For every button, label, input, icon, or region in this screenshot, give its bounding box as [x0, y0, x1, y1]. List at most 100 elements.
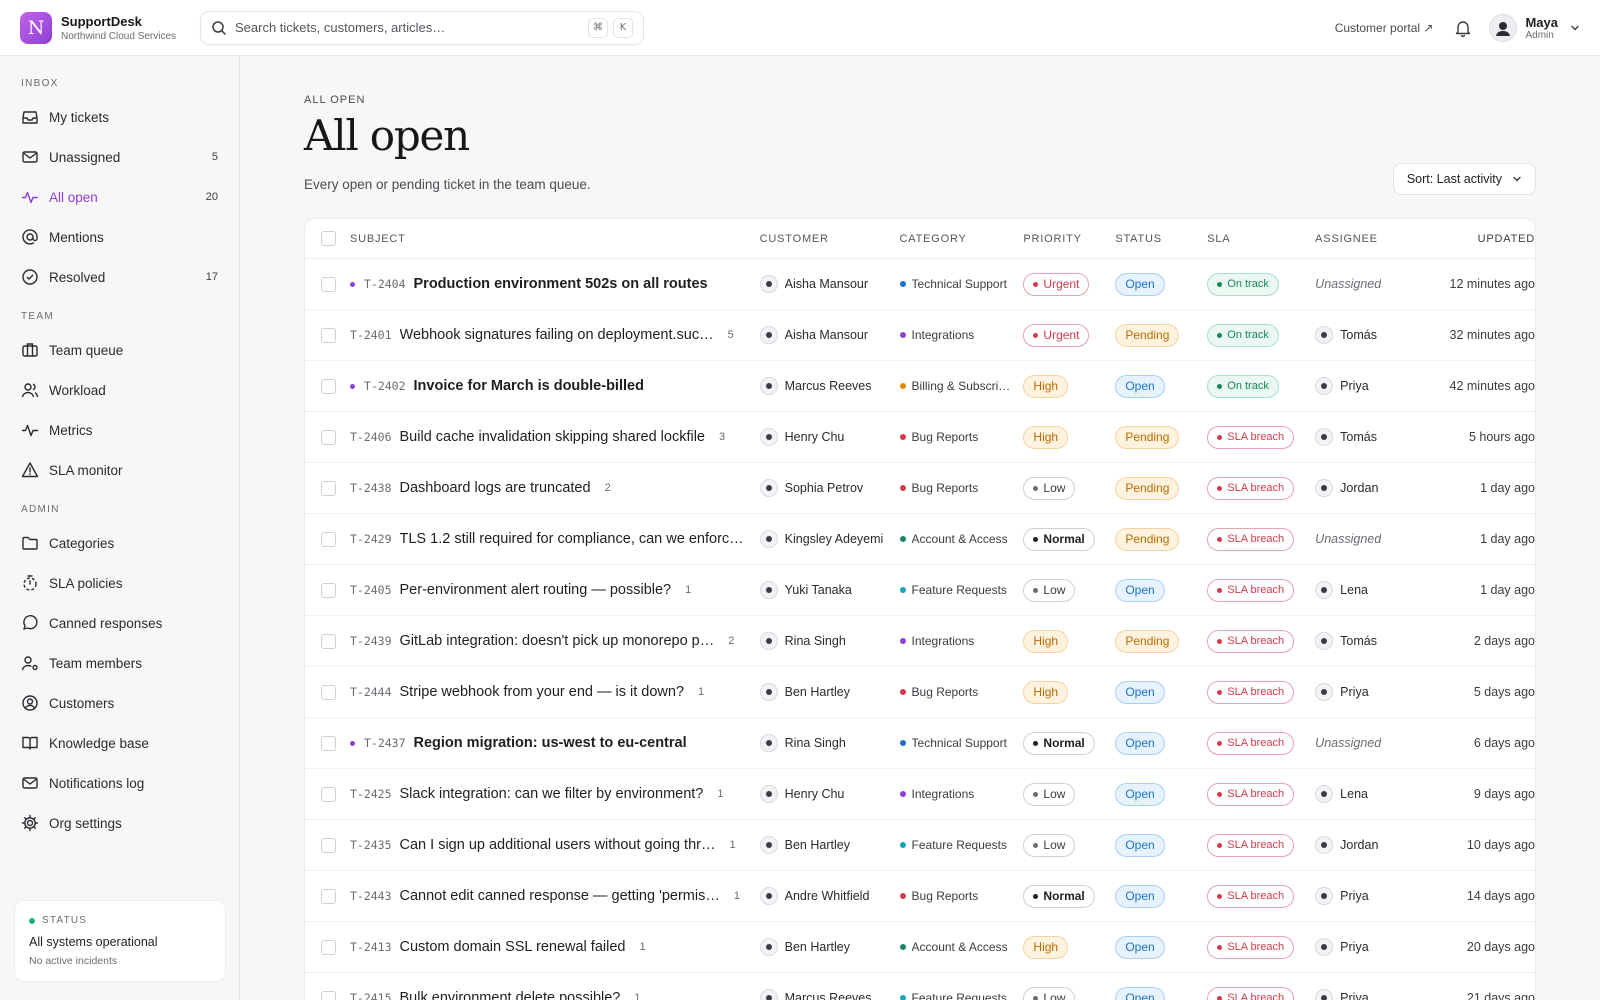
- subject-cell[interactable]: T-2435 Can I sign up additional users wit…: [350, 837, 760, 853]
- row-checkbox[interactable]: [321, 684, 336, 700]
- ticket-subject[interactable]: Slack integration: can we filter by envi…: [400, 786, 704, 802]
- assignee-cell[interactable]: Jordan: [1315, 479, 1425, 498]
- customer-cell[interactable]: Kingsley Adeyemi: [759, 530, 900, 549]
- row-checkbox[interactable]: [321, 327, 336, 343]
- customer-cell[interactable]: Sophia Petrov: [759, 479, 900, 498]
- col-status[interactable]: STATUS: [1115, 233, 1207, 245]
- table-row[interactable]: T-2437 Region migration: us-west to eu-ce…: [305, 718, 1535, 770]
- customer-cell[interactable]: Ben Hartley: [759, 836, 900, 855]
- sidebar-item-org-settings[interactable]: Org settings: [12, 807, 227, 839]
- table-row[interactable]: T-2402 Invoice for March is double-billed…: [305, 361, 1535, 413]
- sidebar-item-team-members[interactable]: Team members: [12, 647, 227, 679]
- row-checkbox[interactable]: [321, 735, 336, 751]
- col-sla[interactable]: SLA: [1207, 233, 1315, 245]
- row-checkbox[interactable]: [321, 378, 336, 394]
- ticket-subject[interactable]: Invoice for March is double-billed: [414, 378, 644, 394]
- search-box[interactable]: ⌘ K: [200, 10, 644, 45]
- customer-cell[interactable]: Marcus Reeves: [759, 989, 900, 1000]
- assignee-cell[interactable]: Tomás: [1315, 428, 1425, 447]
- customer-portal-link[interactable]: Customer portal ↗: [1335, 21, 1434, 35]
- subject-cell[interactable]: T-2406 Build cache invalidation skipping …: [350, 429, 760, 445]
- customer-cell[interactable]: Henry Chu: [759, 428, 900, 447]
- table-row[interactable]: T-2415 Bulk environment delete possible? 1…: [305, 973, 1535, 1000]
- table-row[interactable]: T-2439 GitLab integration: doesn't pick u…: [305, 616, 1535, 668]
- customer-cell[interactable]: Ben Hartley: [759, 938, 900, 957]
- table-row[interactable]: T-2405 Per-environment alert routing — po…: [305, 565, 1535, 617]
- user-menu[interactable]: Maya Admin: [1489, 13, 1580, 42]
- search-input[interactable]: [235, 20, 583, 35]
- row-checkbox[interactable]: [321, 633, 336, 649]
- subject-cell[interactable]: T-2404 Production environment 502s on all…: [349, 276, 760, 292]
- customer-cell[interactable]: Henry Chu: [759, 785, 900, 804]
- sidebar-item-sla-monitor[interactable]: SLA monitor: [12, 454, 227, 486]
- col-subject[interactable]: SUBJECT: [350, 233, 760, 245]
- row-checkbox[interactable]: [321, 990, 336, 1000]
- sidebar-item-customers[interactable]: Customers: [12, 687, 227, 719]
- sidebar-item-sla-policies[interactable]: SLA policies: [12, 567, 227, 599]
- ticket-subject[interactable]: Dashboard logs are truncated: [400, 480, 591, 496]
- ticket-subject[interactable]: Per-environment alert routing — possible…: [400, 582, 672, 598]
- customer-cell[interactable]: Aisha Mansour: [759, 275, 900, 294]
- assignee-cell[interactable]: Priya: [1315, 887, 1425, 906]
- table-row[interactable]: T-2429 TLS 1.2 still required for complia…: [305, 514, 1535, 566]
- table-row[interactable]: T-2444 Stripe webhook from your end — is …: [305, 667, 1535, 719]
- col-category[interactable]: CATEGORY: [900, 233, 1024, 245]
- ticket-subject[interactable]: Cannot edit canned response — getting 'p…: [400, 888, 720, 904]
- ticket-subject[interactable]: Region migration: us-west to eu-central: [414, 735, 687, 751]
- customer-cell[interactable]: Rina Singh: [759, 734, 900, 753]
- subject-cell[interactable]: T-2415 Bulk environment delete possible? 1: [350, 990, 760, 1000]
- sidebar-item-unassigned[interactable]: Unassigned 5: [12, 141, 227, 173]
- table-row[interactable]: T-2435 Can I sign up additional users wit…: [305, 820, 1535, 872]
- ticket-subject[interactable]: TLS 1.2 still required for compliance, c…: [400, 531, 744, 547]
- assignee-cell[interactable]: Priya: [1315, 377, 1425, 396]
- sidebar-item-canned-responses[interactable]: Canned responses: [12, 607, 227, 639]
- sidebar-item-resolved[interactable]: Resolved 17: [12, 261, 227, 293]
- table-row[interactable]: T-2425 Slack integration: can we filter b…: [305, 769, 1535, 821]
- subject-cell[interactable]: T-2429 TLS 1.2 still required for complia…: [350, 531, 760, 547]
- sidebar-item-all-open[interactable]: All open 20: [12, 181, 227, 213]
- subject-cell[interactable]: T-2437 Region migration: us-west to eu-ce…: [349, 735, 760, 751]
- assignee-cell[interactable]: Tomás: [1315, 326, 1425, 345]
- ticket-subject[interactable]: Production environment 502s on all route…: [414, 276, 708, 292]
- row-checkbox[interactable]: [321, 429, 336, 445]
- assignee-cell[interactable]: Priya: [1315, 938, 1425, 957]
- row-checkbox[interactable]: [321, 786, 336, 802]
- customer-cell[interactable]: Aisha Mansour: [759, 326, 900, 345]
- col-updated[interactable]: UPDATED: [1425, 233, 1535, 245]
- sidebar-item-workload[interactable]: Workload: [12, 374, 227, 406]
- sidebar-item-knowledge-base[interactable]: Knowledge base: [12, 727, 227, 759]
- sort-dropdown[interactable]: Sort: Last activity: [1392, 163, 1536, 195]
- ticket-subject[interactable]: Webhook signatures failing on deployment…: [400, 327, 714, 343]
- customer-cell[interactable]: Yuki Tanaka: [759, 581, 900, 600]
- subject-cell[interactable]: T-2438 Dashboard logs are truncated 2: [350, 480, 760, 496]
- ticket-subject[interactable]: Build cache invalidation skipping shared…: [400, 429, 705, 445]
- assignee-cell[interactable]: Priya: [1315, 683, 1425, 702]
- table-row[interactable]: T-2413 Custom domain SSL renewal failed 1 B…: [305, 922, 1535, 974]
- subject-cell[interactable]: T-2444 Stripe webhook from your end — is …: [350, 684, 760, 700]
- table-row[interactable]: T-2406 Build cache invalidation skipping …: [305, 412, 1535, 464]
- row-checkbox[interactable]: [321, 480, 336, 496]
- ticket-subject[interactable]: Stripe webhook from your end — is it dow…: [400, 684, 685, 700]
- customer-cell[interactable]: Rina Singh: [759, 632, 900, 651]
- sidebar-item-team-queue[interactable]: Team queue: [12, 334, 227, 366]
- row-checkbox[interactable]: [321, 276, 336, 292]
- col-assignee[interactable]: ASSIGNEE: [1315, 233, 1425, 245]
- ticket-subject[interactable]: GitLab integration: doesn't pick up mono…: [400, 633, 715, 649]
- assignee-cell[interactable]: Unassigned: [1315, 277, 1425, 291]
- row-checkbox[interactable]: [321, 531, 336, 547]
- assignee-cell[interactable]: Lena: [1315, 785, 1425, 804]
- sidebar-item-mentions[interactable]: Mentions: [12, 221, 227, 253]
- assignee-cell[interactable]: Lena: [1315, 581, 1425, 600]
- customer-cell[interactable]: Marcus Reeves: [759, 377, 900, 396]
- sidebar-item-metrics[interactable]: Metrics: [12, 414, 227, 446]
- table-row[interactable]: T-2404 Production environment 502s on all…: [305, 259, 1535, 311]
- select-all-checkbox[interactable]: [321, 231, 336, 247]
- sidebar-item-my-tickets[interactable]: My tickets: [12, 101, 227, 133]
- bell-icon[interactable]: [1455, 19, 1471, 37]
- table-row[interactable]: T-2438 Dashboard logs are truncated 2 Sophi…: [305, 463, 1535, 515]
- brand[interactable]: N SupportDesk Northwind Cloud Services: [20, 11, 196, 44]
- assignee-cell[interactable]: Jordan: [1315, 836, 1425, 855]
- customer-cell[interactable]: Ben Hartley: [759, 683, 900, 702]
- table-row[interactable]: T-2401 Webhook signatures failing on depl…: [305, 310, 1535, 362]
- sidebar-item-categories[interactable]: Categories: [12, 527, 227, 559]
